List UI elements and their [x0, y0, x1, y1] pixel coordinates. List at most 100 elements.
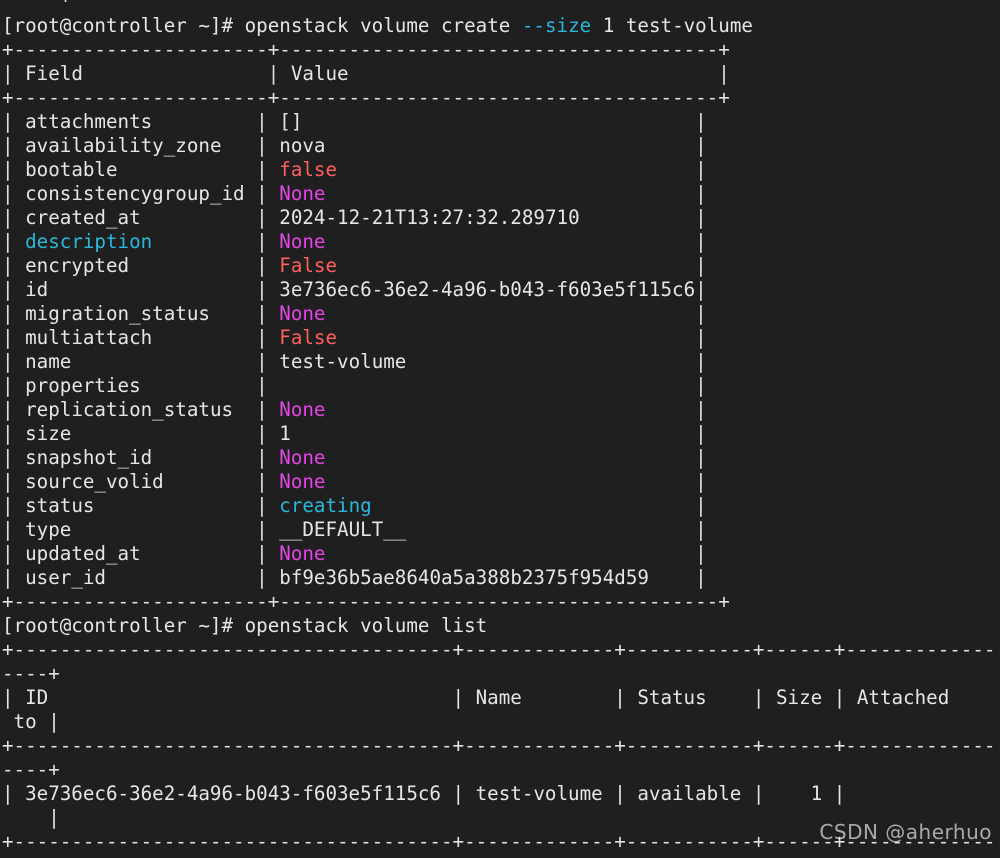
field-name: multiattach [25, 326, 153, 349]
field-value: __DEFAULT__ [279, 518, 407, 541]
space-5 [233, 614, 245, 637]
field-name: size [25, 422, 72, 445]
pipe: | [695, 470, 707, 493]
pipe: | [2, 110, 26, 133]
value-pad [649, 566, 695, 589]
field-name: user_id [25, 566, 106, 589]
pipe: | [2, 494, 26, 517]
create-table-row: | consistencygroup_id | None | [2, 182, 1000, 206]
field-value: None [279, 470, 326, 493]
list-table-rule-a: +--------------------------------------+… [2, 638, 1000, 662]
value-pad [325, 470, 695, 493]
field-name: bootable [25, 158, 118, 181]
field-value: None [279, 398, 326, 421]
table-rule-wrap: ----+ [2, 758, 60, 781]
field-value: None [279, 542, 326, 565]
command-line-2[interactable]: [root@controller ~]# openstack volume li… [2, 614, 1000, 638]
field-pad [222, 134, 257, 157]
pipe: | [256, 110, 280, 133]
field-name: type [25, 518, 72, 541]
pipe: | [2, 302, 26, 325]
pipe: | [256, 470, 280, 493]
value-pad [279, 374, 695, 397]
pipe: | [695, 254, 707, 277]
field-name: created_at [25, 206, 141, 229]
pipe: | [2, 278, 26, 301]
create-table-row: | status | creating | [2, 494, 1000, 518]
column-header-value: Value [290, 62, 349, 85]
create-table-row: | encrypted | False | [2, 254, 1000, 278]
list-table-rule-a-wrap: ----+ [2, 662, 1000, 686]
table-rule-wrap: ----+ [2, 662, 60, 685]
pipe: | [2, 374, 26, 397]
field-value: creating [279, 494, 372, 517]
create-table-row: | id | 3e736ec6-36e2-4a96-b043-f603e5f11… [2, 278, 1000, 302]
create-table-row: | bootable | false | [2, 158, 1000, 182]
field-value: None [279, 302, 326, 325]
field-value: None [279, 446, 326, 469]
table-rule: +--------------------------------------+… [2, 734, 996, 757]
field-pad [118, 158, 257, 181]
field-pad [106, 566, 256, 589]
create-table-body: | attachments | [] | | availability_zone … [2, 110, 1000, 590]
value-pad [325, 230, 695, 253]
pipe: | [695, 446, 707, 469]
field-pad [233, 398, 256, 421]
create-table-row: | updated_at | None | [2, 542, 1000, 566]
create-table-row: | name | test-volume | [2, 350, 1000, 374]
pipe: | [2, 182, 26, 205]
table-rule: +--------------------------------------+… [2, 830, 996, 853]
pipe: | [695, 350, 707, 373]
pipe: | [695, 158, 707, 181]
value-pad [580, 206, 696, 229]
pipe: | [267, 62, 291, 85]
field-name: encrypted [25, 254, 130, 277]
pipe: | [256, 518, 280, 541]
pipe: | [2, 542, 26, 565]
field-value: bf9e36b5ae8640a5a388b2375f954d59 [279, 566, 649, 589]
pipe: | [256, 494, 280, 517]
create-table-row: | size | 1 | [2, 422, 1000, 446]
list-table-row-wrap: | [2, 806, 1000, 830]
create-table-row: | type | __DEFAULT__ | [2, 518, 1000, 542]
value-pad [406, 350, 695, 373]
terminal-window[interactable]: -----+ [root@controller ~]# openstack vo… [0, 0, 1000, 858]
pipe: | [2, 158, 26, 181]
command-line-1[interactable]: [root@controller ~]# openstack volume cr… [2, 14, 1000, 38]
pipe: | [2, 470, 26, 493]
field-pad [152, 326, 256, 349]
pipe: | [256, 350, 280, 373]
space-2 [510, 14, 522, 37]
create-table-rule-bottom: +----------------------+----------------… [2, 590, 1000, 614]
create-table-row: | multiattach | False | [2, 326, 1000, 350]
create-table-row: | snapshot_id | None | [2, 446, 1000, 470]
header-pad-2 [349, 62, 719, 85]
field-pad [152, 230, 256, 253]
pipe: | [695, 182, 707, 205]
pipe: | [695, 374, 707, 397]
pipe: | [2, 350, 26, 373]
command-flag-size: --size [521, 14, 592, 37]
command-argument-volume-name: test-volume [625, 14, 753, 37]
pipe: | [256, 182, 280, 205]
pipe: | [256, 206, 280, 229]
command-base-1: openstack volume create [244, 14, 511, 37]
pipe: | [2, 398, 26, 421]
pipe: | [2, 230, 26, 253]
pipe: | [2, 518, 26, 541]
list-table-rule-c: +--------------------------------------+… [2, 830, 1000, 854]
field-name: updated_at [25, 542, 141, 565]
value-pad [326, 542, 696, 565]
create-table-header-row: | Field | Value | [2, 62, 1000, 86]
field-pad [129, 254, 256, 277]
pipe: | [256, 134, 280, 157]
field-pad [71, 518, 256, 541]
create-table-row: | source_volid | None | [2, 470, 1000, 494]
field-value: 1 [279, 422, 291, 445]
pipe: | [256, 422, 280, 445]
value-pad [372, 494, 695, 517]
table-rule-fragment: -----+ [2, 0, 71, 6]
field-name: id [25, 278, 49, 301]
pipe: | [695, 326, 707, 349]
field-value: None [279, 182, 326, 205]
